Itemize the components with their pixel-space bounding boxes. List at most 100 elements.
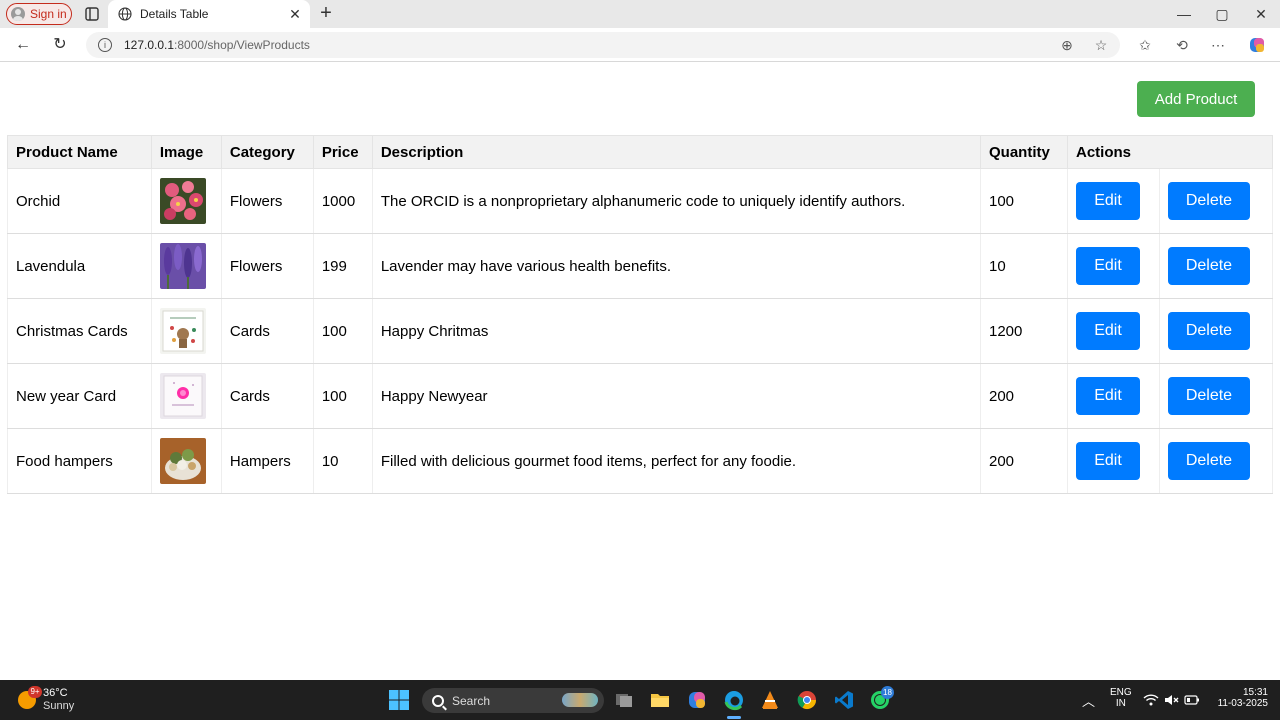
new-year-card-photo <box>159 373 206 419</box>
edit-button[interactable]: Edit <box>1075 247 1140 285</box>
profile-icon <box>11 7 25 21</box>
task-view-icon[interactable] <box>613 689 635 711</box>
address-bar[interactable]: i 127.0.0.1:8000/shop/ViewProducts <box>86 32 1120 58</box>
header-description: Description <box>371 135 982 169</box>
new-tab-icon[interactable]: + <box>316 3 336 24</box>
weather-temperature[interactable]: 36°C <box>43 687 68 699</box>
clock-time: 15:31 <box>1242 687 1268 698</box>
header-price: Price <box>312 135 373 169</box>
header-image: Image <box>150 135 222 169</box>
copilot-icon[interactable] <box>1247 35 1267 55</box>
search-highlight-icon <box>562 693 598 707</box>
tab-details-table[interactable]: Details Table ✕ <box>108 0 310 28</box>
taskbar-search-input[interactable]: Search <box>422 688 604 713</box>
table-row: New year Card Cards 100 Happy Newyear 20… <box>7 363 1274 429</box>
url-path: :8000/shop/ViewProducts <box>174 38 310 52</box>
table-row: Orchid Flowers 1000 The ORCID is a nonpr… <box>7 168 1274 234</box>
battery-icon[interactable] <box>1184 692 1200 708</box>
page-content: Add Product Product Name Image Category … <box>0 63 1280 680</box>
lavender-flower-photo <box>159 243 206 289</box>
table-header-row: Product Name Image Category Price Descri… <box>7 135 1274 169</box>
sign-in-button[interactable]: Sign in <box>6 3 72 25</box>
cell-quantity: 200 <box>980 363 1068 429</box>
cell-image <box>150 363 222 429</box>
tab-actions-icon[interactable] <box>84 6 100 22</box>
back-icon[interactable]: ← <box>13 35 33 55</box>
edit-button[interactable]: Edit <box>1075 312 1140 350</box>
cell-description: Happy Newyear <box>371 363 982 429</box>
header-actions: Actions <box>1066 135 1274 169</box>
windows-taskbar: 9+ 36°C Sunny Search 18 ︿ ENG IN 15:31 1… <box>0 680 1280 720</box>
cell-delete: Delete <box>1158 168 1274 234</box>
delete-button[interactable]: Delete <box>1167 312 1250 350</box>
cell-quantity: 10 <box>980 233 1068 299</box>
cell-description: Happy Chritmas <box>371 298 982 364</box>
weather-badge: 9+ <box>28 686 42 698</box>
file-explorer-icon[interactable] <box>649 689 671 711</box>
active-app-indicator <box>727 716 741 719</box>
weather-description[interactable]: Sunny <box>43 700 74 712</box>
more-options-icon[interactable]: ⋯ <box>1208 35 1228 55</box>
add-product-button[interactable]: Add Product <box>1137 81 1255 117</box>
cell-description: Filled with delicious gourmet food items… <box>371 428 982 494</box>
cell-delete: Delete <box>1158 298 1274 364</box>
cell-product-name: Food hampers <box>7 428 152 494</box>
maximize-icon[interactable]: ▢ <box>1211 4 1233 24</box>
vscode-icon[interactable] <box>833 689 855 711</box>
site-info-icon[interactable]: i <box>98 38 112 52</box>
favorite-star-icon[interactable]: ☆ <box>1091 35 1111 55</box>
wifi-icon[interactable] <box>1143 692 1159 708</box>
cell-edit: Edit <box>1066 428 1160 494</box>
cell-image <box>150 233 222 299</box>
close-window-icon[interactable]: ✕ <box>1250 4 1272 24</box>
minimize-icon[interactable]: — <box>1173 4 1195 24</box>
edge-browser-icon[interactable] <box>723 689 745 711</box>
cell-category: Flowers <box>220 168 314 234</box>
tray-chevron-up-icon[interactable]: ︿ <box>1082 691 1095 710</box>
table-row: Food hampers Hampers 10 Filled with deli… <box>7 428 1274 494</box>
volume-muted-icon[interactable] <box>1163 692 1179 708</box>
close-tab-icon[interactable]: ✕ <box>286 5 304 23</box>
food-hamper-photo <box>159 438 206 484</box>
copilot-app-icon[interactable] <box>686 689 708 711</box>
edit-button[interactable]: Edit <box>1075 377 1140 415</box>
cell-category: Cards <box>220 298 314 364</box>
clock[interactable]: 15:31 11-03-2025 <box>1212 687 1268 709</box>
cell-edit: Edit <box>1066 233 1160 299</box>
cell-delete: Delete <box>1158 428 1274 494</box>
cell-price: 199 <box>312 233 373 299</box>
vlc-icon[interactable] <box>759 689 781 711</box>
chrome-icon[interactable] <box>796 689 818 711</box>
edit-button[interactable]: Edit <box>1075 182 1140 220</box>
cell-product-name: New year Card <box>7 363 152 429</box>
cell-description: The ORCID is a nonproprietary alphanumer… <box>371 168 982 234</box>
cell-edit: Edit <box>1066 363 1160 429</box>
delete-button[interactable]: Delete <box>1167 377 1250 415</box>
cell-image <box>150 298 222 364</box>
sign-in-label: Sign in <box>30 7 67 21</box>
cell-product-name: Lavendula <box>7 233 152 299</box>
history-icon[interactable]: ⟲ <box>1172 35 1192 55</box>
header-category: Category <box>220 135 314 169</box>
delete-button[interactable]: Delete <box>1167 182 1250 220</box>
tab-title: Details Table <box>140 7 209 21</box>
delete-button[interactable]: Delete <box>1167 247 1250 285</box>
zoom-icon[interactable]: ⊕ <box>1057 35 1077 55</box>
cell-product-name: Orchid <box>7 168 152 234</box>
language-region: IN <box>1115 698 1126 709</box>
favorites-icon[interactable]: ✩ <box>1135 35 1155 55</box>
header-quantity: Quantity <box>980 135 1068 169</box>
cell-edit: Edit <box>1066 168 1160 234</box>
cell-category: Flowers <box>220 233 314 299</box>
edit-button[interactable]: Edit <box>1075 442 1140 480</box>
refresh-icon[interactable]: ↻ <box>50 35 70 55</box>
language-indicator[interactable]: ENG IN <box>1110 687 1132 709</box>
cell-quantity: 200 <box>980 428 1068 494</box>
whatsapp-badge: 18 <box>881 686 894 699</box>
language-code: ENG <box>1110 687 1132 698</box>
delete-button[interactable]: Delete <box>1167 442 1250 480</box>
windows-start-icon[interactable] <box>388 689 410 711</box>
christmas-card-photo <box>159 308 206 354</box>
cell-quantity: 100 <box>980 168 1068 234</box>
cell-price: 100 <box>312 363 373 429</box>
